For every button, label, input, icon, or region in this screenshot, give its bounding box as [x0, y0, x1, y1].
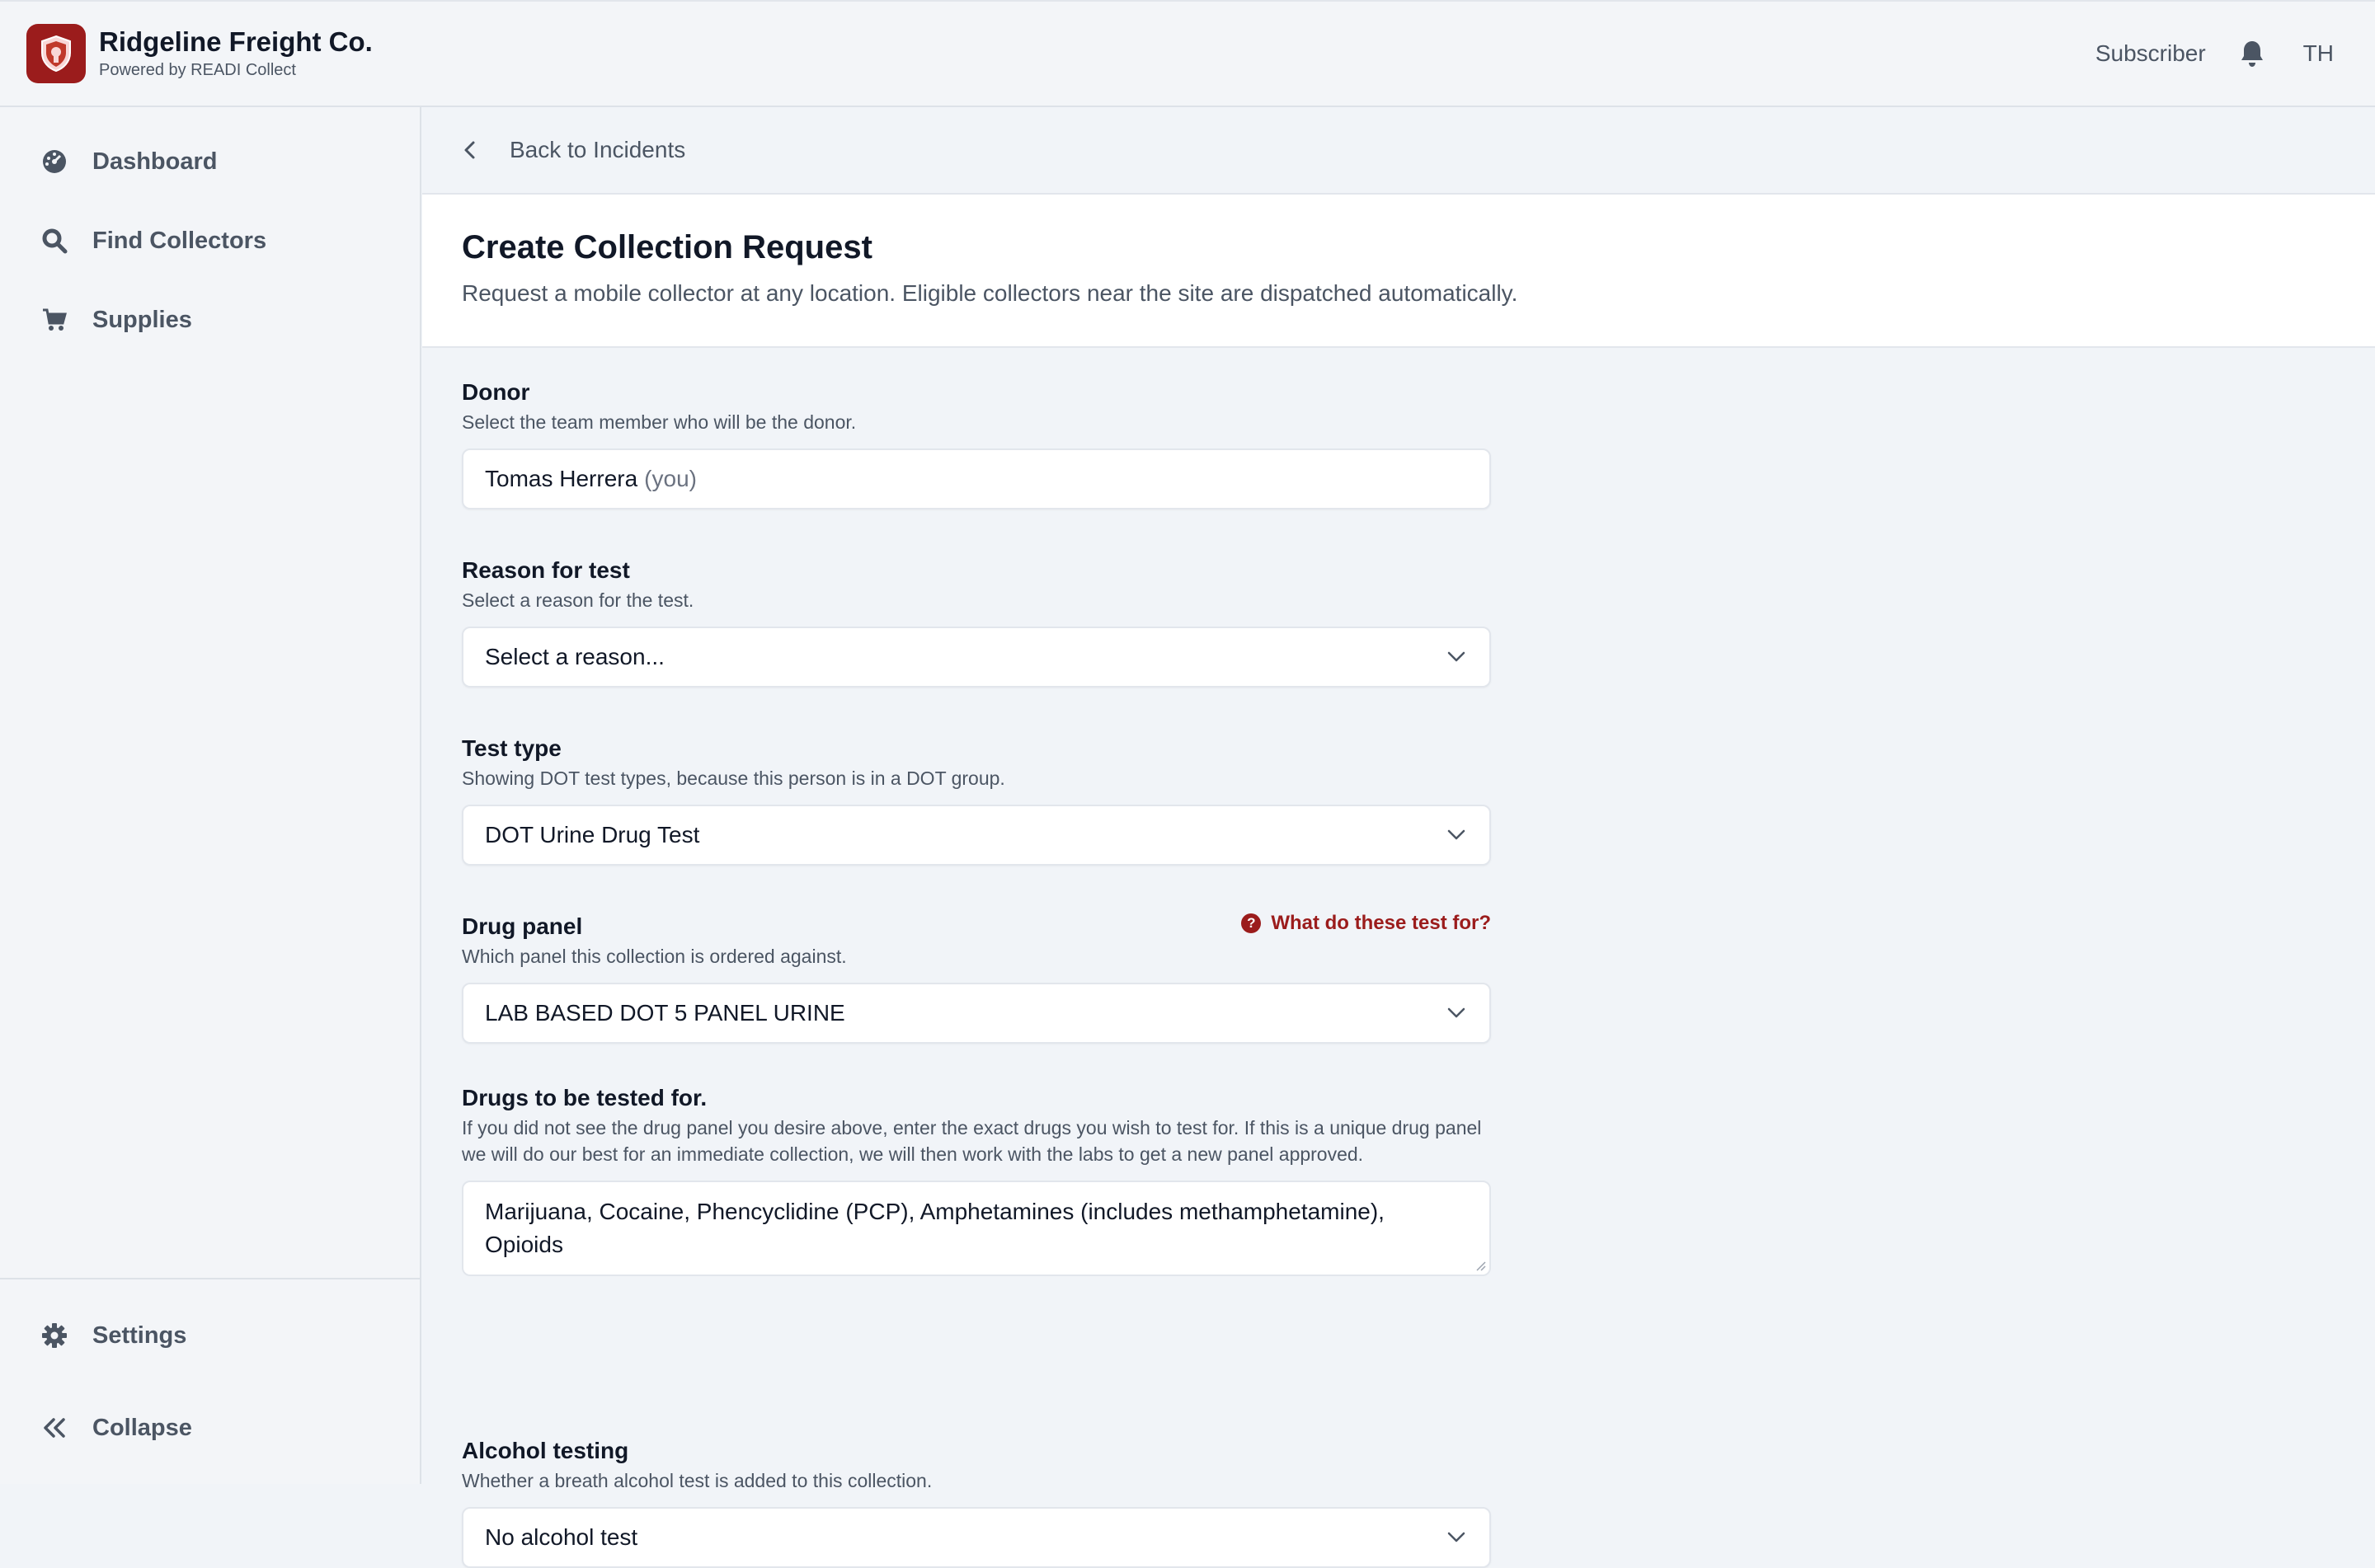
avatar[interactable]: TH [2303, 40, 2334, 67]
help-link-label: What do these test for? [1271, 912, 1491, 934]
back-to-incidents-link[interactable]: Back to Incidents [510, 137, 685, 163]
back-bar: Back to Incidents [422, 107, 2375, 195]
reason-label: Reason for test [462, 557, 630, 583]
drugs-help: If you did not see the drug panel you de… [462, 1117, 1482, 1165]
donor-help: Select the team member who will be the d… [462, 411, 857, 433]
test-type-field: Test type Showing DOT test types, becaus… [462, 734, 1491, 866]
dashboard-icon [40, 147, 69, 176]
test-type-value: DOT Urine Drug Test [485, 822, 700, 847]
drug-panel-help: Which panel this collection is ordered a… [462, 946, 847, 967]
sidebar-item-label: Collapse [92, 1414, 192, 1441]
donor-input[interactable]: Tomas Herrera (you) [462, 448, 1491, 509]
brand-name: Ridgeline Freight Co. [99, 26, 373, 57]
sidebar: Dashboard Find Collectors Supplies Setti… [0, 107, 421, 1484]
reason-select[interactable]: Select a reason... [462, 627, 1491, 688]
drug-panel-field: Drug panel ? What do these test for? Whi… [462, 912, 1491, 1044]
drug-panel-select[interactable]: LAB BASED DOT 5 PANEL URINE [462, 983, 1491, 1044]
chevron-down-icon [1445, 1526, 1468, 1549]
test-type-help: Showing DOT test types, because this per… [462, 768, 1005, 789]
alcohol-select[interactable]: No alcohol test [462, 1507, 1491, 1568]
shield-logo-icon [41, 35, 71, 73]
alcohol-value: No alcohol test [485, 1524, 638, 1550]
sidebar-item-find-collectors[interactable]: Find Collectors [40, 221, 266, 261]
donor-you-suffix: (you) [644, 466, 697, 491]
sidebar-divider [0, 1278, 421, 1279]
reason-help: Select a reason for the test. [462, 589, 694, 611]
alcohol-help: Whether a breath alcohol test is added t… [462, 1470, 933, 1491]
alcohol-label: Alcohol testing [462, 1438, 629, 1463]
reason-field: Reason for test Select a reason for the … [462, 556, 1491, 688]
alcohol-field: Alcohol testing Whether a breath alcohol… [462, 1436, 1491, 1568]
chevron-left-icon[interactable] [459, 138, 482, 162]
role-label[interactable]: Subscriber [2095, 40, 2206, 67]
double-chevron-left-icon [40, 1413, 69, 1443]
test-type-select[interactable]: DOT Urine Drug Test [462, 805, 1491, 866]
gear-icon [40, 1321, 69, 1350]
test-type-label: Test type [462, 735, 562, 761]
sidebar-item-collapse[interactable]: Collapse [40, 1408, 192, 1448]
donor-label: Donor [462, 379, 530, 405]
bell-icon[interactable] [2236, 37, 2269, 70]
drugs-value: Marijuana, Cocaine, Phencyclidine (PCP),… [485, 1199, 1385, 1257]
resize-handle-icon[interactable] [1474, 1260, 1486, 1271]
chevron-down-icon [1445, 824, 1468, 847]
sidebar-item-label: Settings [92, 1322, 187, 1349]
drugs-textarea[interactable]: Marijuana, Cocaine, Phencyclidine (PCP),… [462, 1181, 1491, 1276]
sidebar-item-label: Supplies [92, 306, 192, 333]
page-description: Request a mobile collector at any locati… [462, 280, 1518, 306]
chevron-down-icon [1445, 646, 1468, 669]
cart-icon [40, 305, 69, 335]
sidebar-item-label: Find Collectors [92, 227, 267, 254]
drugs-label: Drugs to be tested for. [462, 1085, 708, 1110]
sidebar-item-supplies[interactable]: Supplies [40, 300, 192, 340]
page-header: Create Collection Request Request a mobi… [422, 195, 2375, 348]
main-content: Back to Incidents Create Collection Requ… [422, 107, 2375, 1568]
what-do-these-test-for-link[interactable]: ? What do these test for? [1241, 912, 1491, 935]
question-circle-icon: ? [1241, 913, 1262, 933]
page-title: Create Collection Request [462, 229, 872, 265]
search-icon [40, 226, 69, 256]
reason-value: Select a reason... [485, 644, 665, 669]
chevron-down-icon [1445, 1002, 1468, 1025]
donor-value: Tomas Herrera [485, 466, 638, 491]
drugs-field: Drugs to be tested for. If you did not s… [462, 1083, 1491, 1276]
donor-field: Donor Select the team member who will be… [462, 378, 1491, 509]
brand-logo[interactable] [26, 24, 86, 83]
sidebar-item-label: Dashboard [92, 148, 218, 175]
brand-subtitle: Powered by READI Collect [99, 61, 296, 79]
sidebar-item-dashboard[interactable]: Dashboard [40, 142, 217, 181]
sidebar-item-settings[interactable]: Settings [40, 1316, 186, 1355]
top-bar: Ridgeline Freight Co. Powered by READI C… [0, 0, 2375, 107]
drug-panel-value: LAB BASED DOT 5 PANEL URINE [485, 1000, 845, 1026]
